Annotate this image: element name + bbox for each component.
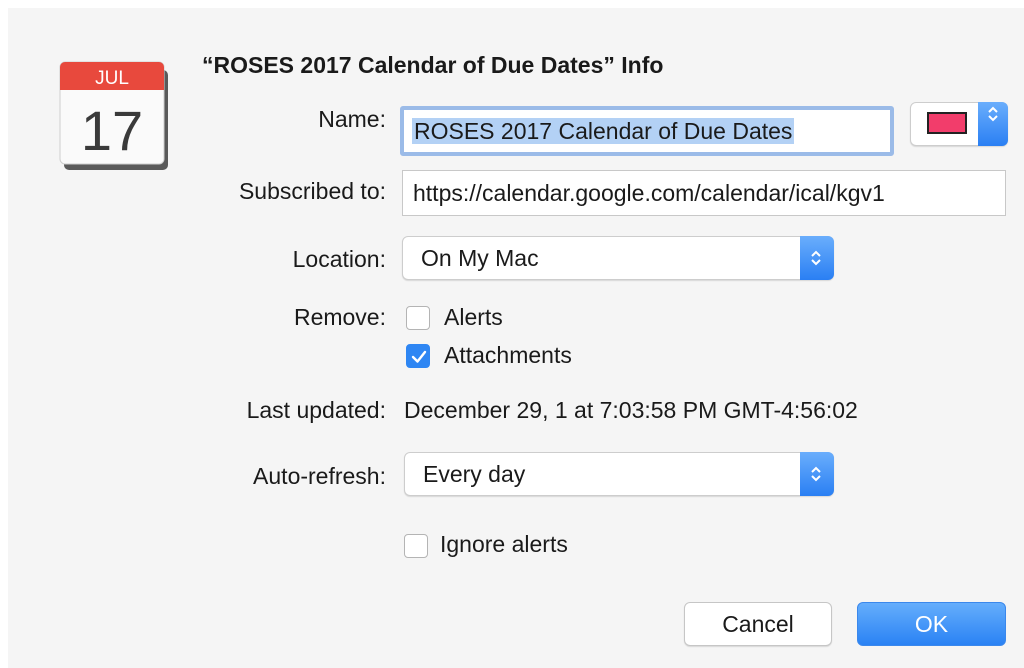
calendar-info-dialog: JUL 17 “ROSES 2017 Calendar of Due Dates… bbox=[8, 8, 1024, 668]
color-swatch bbox=[927, 112, 967, 134]
ignore-alerts-label[interactable]: Ignore alerts bbox=[440, 531, 568, 558]
chevron-updown-icon bbox=[978, 102, 1008, 146]
location-label: Location: bbox=[292, 246, 386, 272]
checkmark-icon bbox=[411, 350, 427, 363]
ok-button[interactable]: OK bbox=[857, 602, 1006, 646]
attachments-checkbox[interactable] bbox=[406, 344, 430, 368]
chevron-updown-icon bbox=[800, 236, 834, 280]
subscribed-label: Subscribed to: bbox=[238, 178, 386, 204]
alerts-checkbox-label[interactable]: Alerts bbox=[444, 304, 503, 331]
chevron-updown-icon bbox=[800, 452, 834, 496]
auto-refresh-select[interactable]: Every day bbox=[404, 452, 834, 496]
last-updated-value: December 29, 1 at 7:03:58 PM GMT-4:56:02 bbox=[404, 397, 858, 423]
color-popup[interactable] bbox=[910, 102, 1008, 146]
remove-label: Remove: bbox=[293, 304, 386, 330]
dialog-title: “ROSES 2017 Calendar of Due Dates” Info bbox=[202, 52, 664, 78]
name-field[interactable]: ROSES 2017 Calendar of Due Dates bbox=[400, 106, 894, 156]
ignore-alerts-checkbox[interactable] bbox=[404, 534, 428, 558]
cancel-button[interactable]: Cancel bbox=[684, 602, 832, 646]
location-select[interactable]: On My Mac bbox=[402, 236, 834, 280]
auto-refresh-value: Every day bbox=[423, 461, 526, 487]
last-updated-label: Last updated: bbox=[246, 397, 386, 423]
auto-refresh-label: Auto-refresh: bbox=[253, 463, 386, 489]
location-value: On My Mac bbox=[421, 245, 539, 271]
alerts-checkbox[interactable] bbox=[406, 306, 430, 330]
name-label: Name: bbox=[318, 106, 386, 132]
calendar-icon-month: JUL bbox=[95, 68, 129, 89]
name-field-text: ROSES 2017 Calendar of Due Dates bbox=[412, 118, 795, 144]
subscribed-url-field[interactable]: https://calendar.google.com/calendar/ica… bbox=[402, 170, 1006, 216]
attachments-checkbox-label[interactable]: Attachments bbox=[444, 342, 572, 369]
